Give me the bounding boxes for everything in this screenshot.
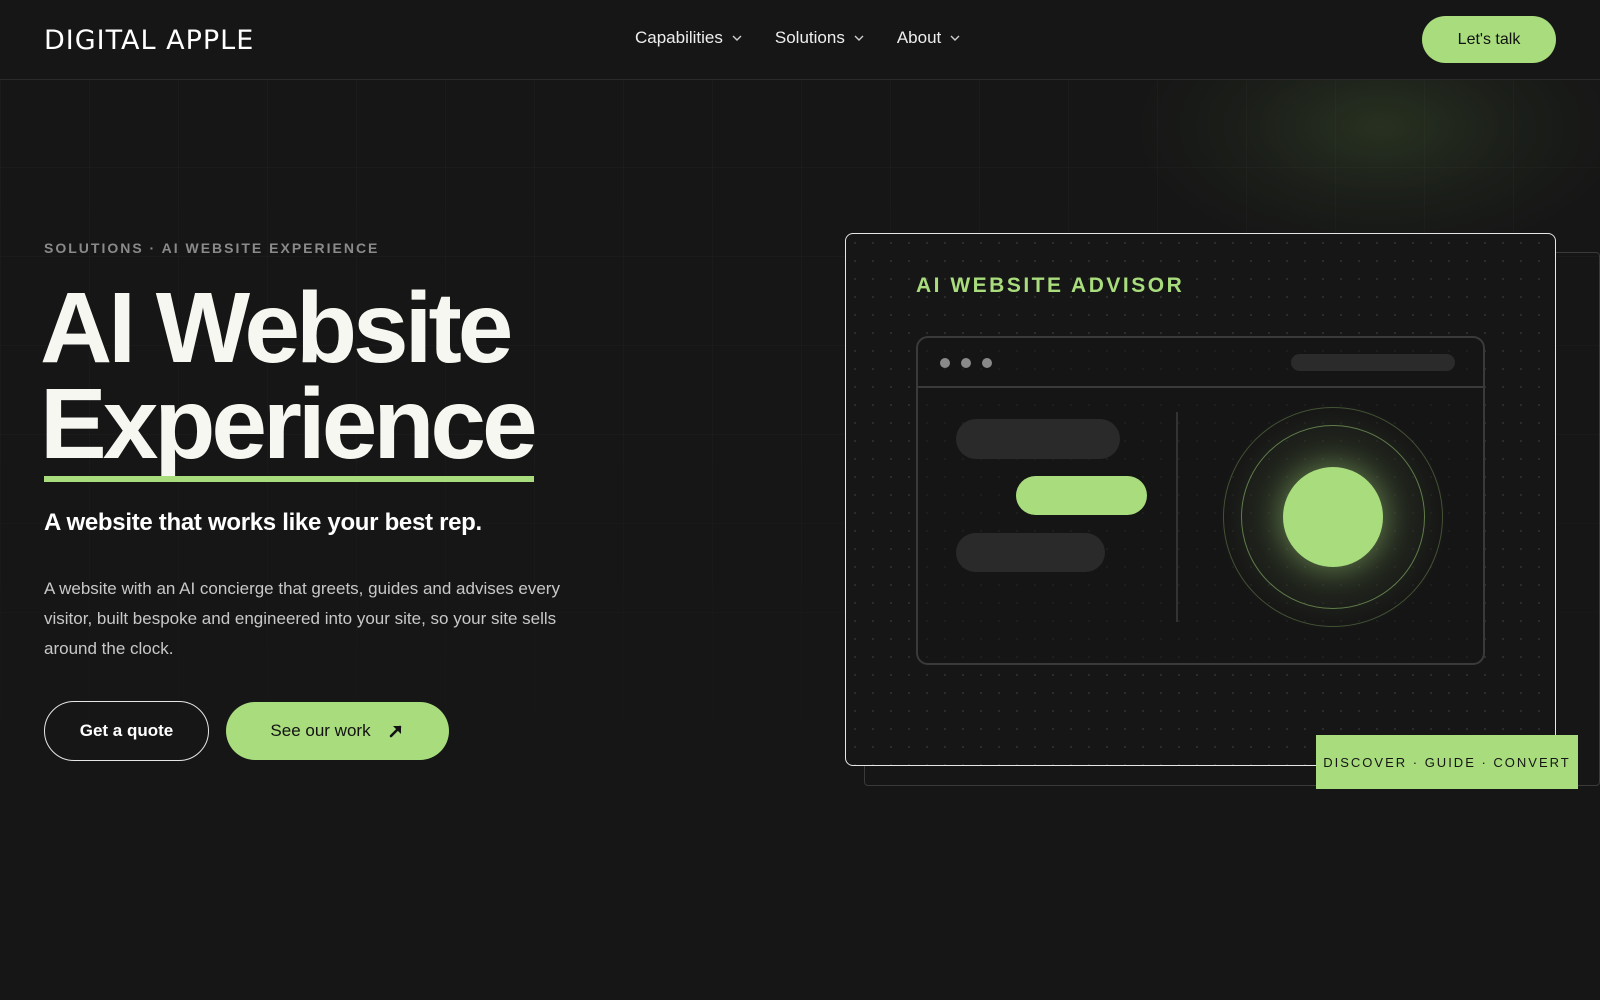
panel-divider (1176, 412, 1178, 622)
hero-subtitle: A website that works like your best rep. (44, 509, 482, 536)
page-title: AI Website Experience (40, 278, 660, 482)
site-header: DIGITAL APPLE Capabilities Solutions Abo… (0, 0, 1600, 80)
nav-item-label: About (896, 28, 942, 47)
card-title: AI WEBSITE ADVISOR (916, 274, 1185, 297)
advisor-card: AI WEBSITE ADVISOR (845, 233, 1556, 766)
browser-mockup (916, 336, 1485, 665)
logo[interactable]: DIGITAL APPLE (44, 24, 254, 56)
chevron-down-icon (950, 35, 960, 41)
chevron-down-icon (732, 35, 742, 41)
nav-item-capabilities[interactable]: Capabilities (635, 28, 743, 48)
browser-toolbar (918, 338, 1483, 388)
background-glow (1130, 70, 1600, 260)
title-line-2-wrap: Experience (40, 374, 538, 482)
card-tagline: DISCOVER · GUIDE · CONVERT (1316, 735, 1578, 789)
chevron-down-icon (854, 35, 864, 41)
orb-core (1283, 467, 1383, 567)
window-dot (982, 358, 992, 368)
title-line-2: Experience (40, 368, 538, 480)
see-our-work-label: See our work (270, 721, 371, 740)
get-quote-button[interactable]: Get a quote (44, 701, 209, 761)
chat-bubble-incoming (956, 533, 1105, 572)
hero-description: A website with an AI concierge that gree… (44, 579, 560, 658)
ai-orb (1218, 402, 1448, 632)
nav-item-label: Solutions (774, 28, 845, 47)
nav-item-label: Capabilities (635, 28, 723, 47)
eyebrow: SOLUTIONS · AI WEBSITE EXPERIENCE (44, 240, 380, 256)
chat-bubble-outgoing (1016, 476, 1147, 515)
window-dot (961, 358, 971, 368)
window-dot (940, 358, 950, 368)
nav-item-solutions[interactable]: Solutions (775, 28, 865, 48)
nav-item-about[interactable]: About (897, 28, 961, 48)
see-our-work-button[interactable]: See our work (226, 702, 449, 760)
arrow-up-right-icon (389, 725, 401, 738)
main-nav: Capabilities Solutions About (635, 28, 961, 48)
logo-text: DIGITAL APPLE (44, 24, 255, 56)
chat-bubble-incoming (956, 419, 1120, 459)
lets-talk-button[interactable]: Let's talk (1422, 16, 1556, 63)
url-bar (1291, 354, 1455, 371)
title-underline (44, 476, 534, 482)
